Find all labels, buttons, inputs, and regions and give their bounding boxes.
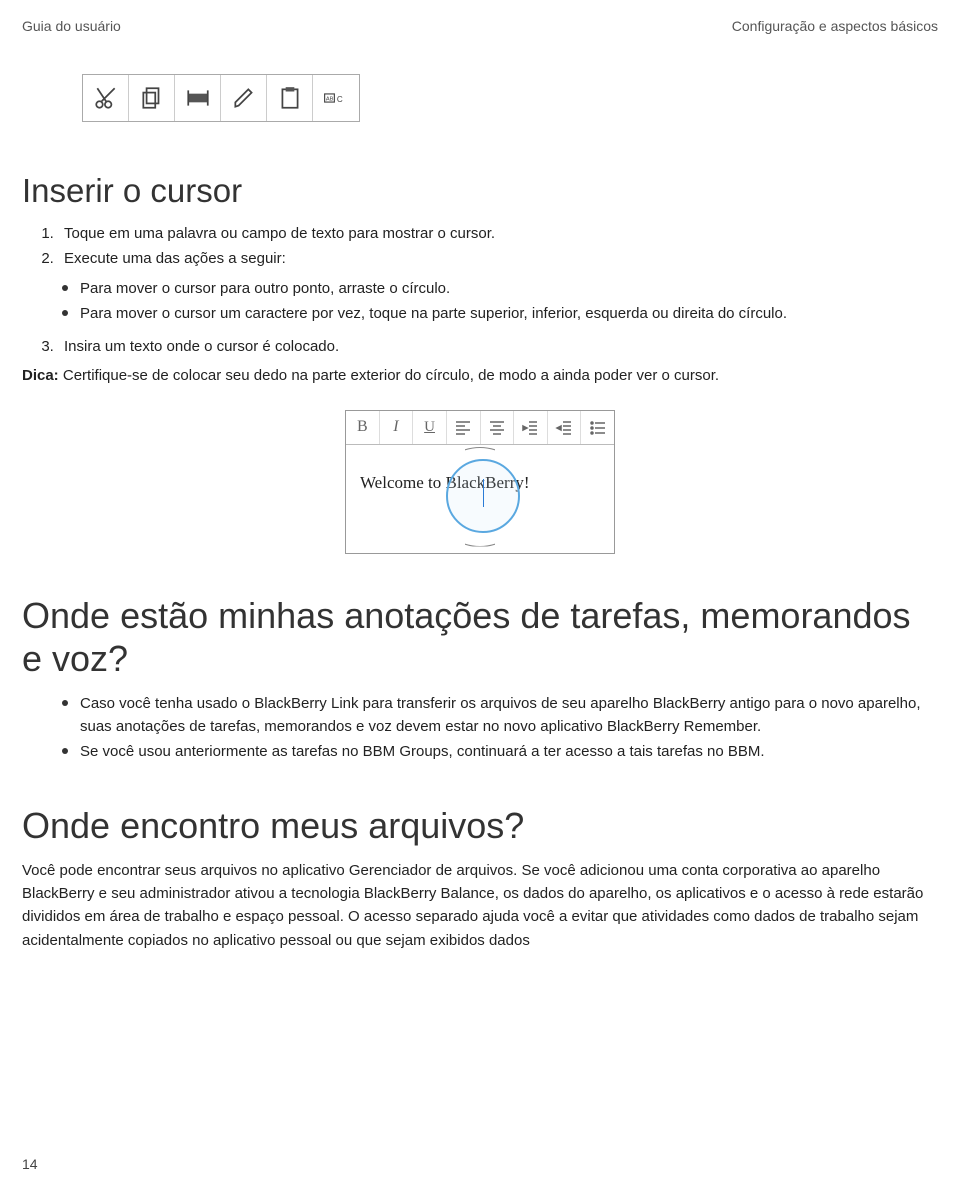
align-left-icon[interactable] [447, 411, 481, 444]
editor-figure: B I U Welcome to BlackBerry! [345, 410, 615, 554]
page-number: 14 [22, 1156, 38, 1172]
svg-text:C: C [337, 95, 343, 104]
sub-bullet-2: Para mover o cursor um caractere por vez… [62, 302, 938, 325]
select-icon[interactable] [175, 75, 221, 121]
indent-right-icon[interactable] [514, 411, 548, 444]
align-center-icon[interactable] [481, 411, 515, 444]
header-right: Configuração e aspectos básicos [732, 18, 938, 34]
sub-bullet-1: Para mover o cursor para outro ponto, ar… [62, 277, 938, 300]
section2-bullet-1: Caso você tenha usado o BlackBerry Link … [62, 692, 938, 739]
editor-toolbar: B I U [346, 411, 614, 445]
underline-icon[interactable]: U [413, 411, 447, 444]
svg-text:AB: AB [326, 96, 334, 102]
section1-title: Inserir o cursor [22, 172, 938, 210]
list-icon[interactable] [581, 411, 614, 444]
spellcheck-icon[interactable]: ABC [313, 75, 359, 121]
indent-left-icon[interactable] [548, 411, 582, 444]
cut-icon[interactable] [83, 75, 129, 121]
section3-para: Você pode encontrar seus arquivos no apl… [22, 859, 938, 952]
paste-icon[interactable] [267, 75, 313, 121]
bold-icon[interactable]: B [346, 411, 380, 444]
section2-bullet-2: Se você usou anteriormente as tarefas no… [62, 740, 938, 763]
section3-title: Onde encontro meus arquivos? [22, 804, 938, 847]
editor-body[interactable]: Welcome to BlackBerry! [346, 445, 614, 553]
step-1: Toque em uma palavra ou campo de texto p… [58, 222, 938, 245]
section2-title: Onde estão minhas anotações de tarefas, … [22, 594, 938, 680]
header-left: Guia do usuário [22, 18, 121, 34]
copy-icon[interactable] [129, 75, 175, 121]
edit-icon[interactable] [221, 75, 267, 121]
tip-text: Dica: Certifique-se de colocar seu dedo … [22, 364, 938, 387]
italic-icon[interactable]: I [380, 411, 414, 444]
clipboard-toolbar: ABC [82, 74, 360, 122]
step-3: Insira um texto onde o cursor é colocado… [58, 335, 938, 358]
cursor-ring[interactable] [446, 459, 520, 533]
step-2: Execute uma das ações a seguir: [58, 247, 938, 270]
